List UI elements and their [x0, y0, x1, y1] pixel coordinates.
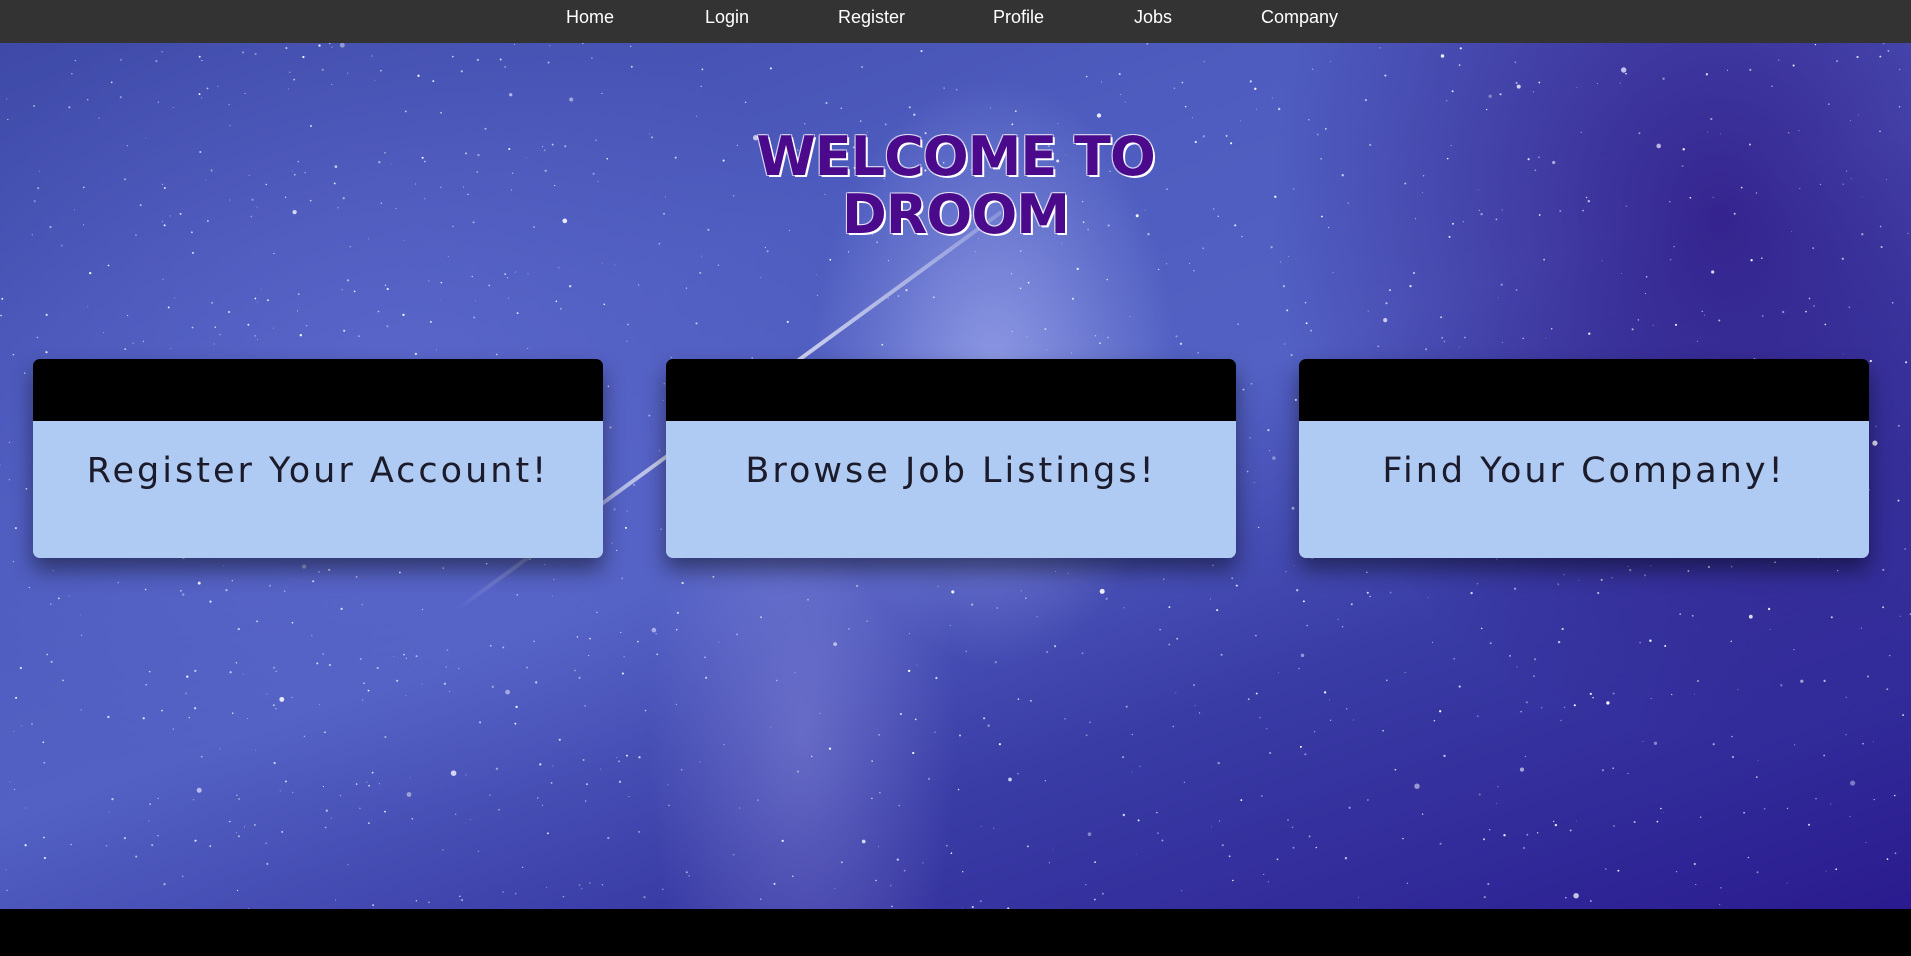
- card-label: Browse Job Listings!: [745, 451, 1157, 491]
- card-header: [1299, 359, 1869, 421]
- nav-home-link[interactable]: Home: [566, 7, 614, 28]
- card-body: Register Your Account!: [33, 421, 603, 558]
- register-account-card[interactable]: Register Your Account!: [33, 359, 603, 558]
- card-label: Find Your Company!: [1382, 451, 1786, 491]
- nav-profile-link[interactable]: Profile: [993, 7, 1044, 28]
- card-body: Browse Job Listings!: [666, 421, 1236, 558]
- top-navbar: Home Login Register Profile Jobs Company: [0, 0, 1911, 43]
- footer-bar: [0, 909, 1911, 956]
- title-line-1: WELCOME TO: [756, 125, 1156, 188]
- find-company-card[interactable]: Find Your Company!: [1299, 359, 1869, 558]
- card-header: [33, 359, 603, 421]
- nav-jobs-link[interactable]: Jobs: [1134, 7, 1172, 28]
- nav-register-link[interactable]: Register: [838, 7, 905, 28]
- nav-company-link[interactable]: Company: [1261, 7, 1338, 28]
- card-body: Find Your Company!: [1299, 421, 1869, 558]
- card-header: [666, 359, 1236, 421]
- nav-login-link[interactable]: Login: [705, 7, 749, 28]
- browse-jobs-card[interactable]: Browse Job Listings!: [666, 359, 1236, 558]
- title-line-2: DROOM: [842, 183, 1070, 246]
- welcome-title: WELCOME TO DROOM: [0, 128, 1911, 244]
- card-label: Register Your Account!: [86, 451, 550, 491]
